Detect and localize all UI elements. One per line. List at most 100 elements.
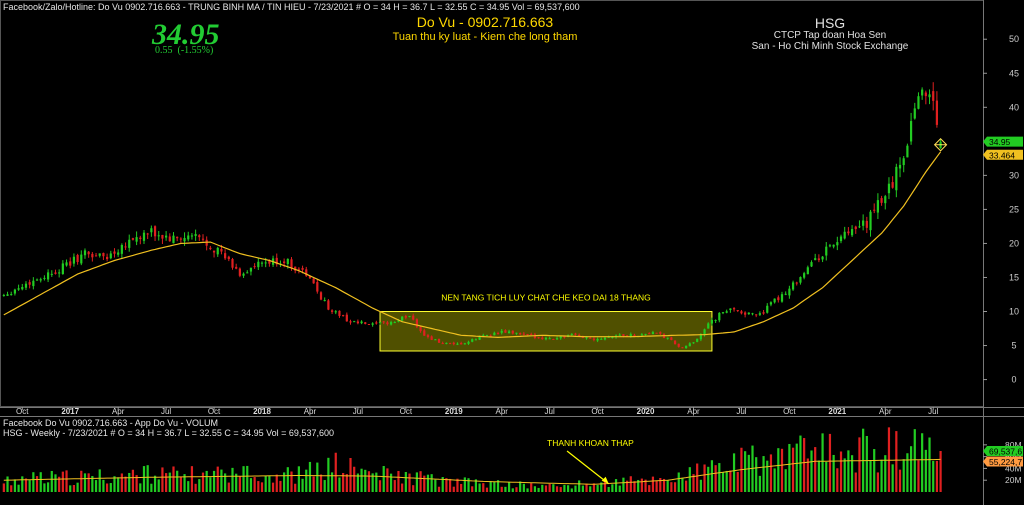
candle-body bbox=[153, 226, 157, 237]
x-tick-label: Oct bbox=[783, 407, 796, 416]
volume-bar bbox=[500, 486, 503, 492]
volume-bar bbox=[803, 438, 806, 492]
volume-bar bbox=[260, 482, 264, 492]
volume-bar bbox=[113, 476, 116, 492]
volume-bar bbox=[832, 454, 835, 492]
candle-body bbox=[902, 158, 905, 166]
x-tick-label: 2021 bbox=[828, 407, 846, 416]
ma-value-badge: 33.464 bbox=[989, 150, 1015, 160]
volume-bar bbox=[939, 451, 942, 492]
candle-body bbox=[17, 288, 20, 290]
volume-bar bbox=[153, 475, 157, 492]
candle-body bbox=[862, 220, 865, 226]
candle-body bbox=[692, 342, 695, 344]
candle-body bbox=[327, 300, 330, 310]
volume-bar bbox=[308, 461, 312, 492]
volume-bar bbox=[744, 451, 747, 492]
candle-body bbox=[847, 231, 850, 234]
volume-bar bbox=[685, 480, 688, 492]
candle-body bbox=[755, 314, 758, 316]
last-price-badge: 34.95 bbox=[989, 137, 1011, 147]
x-tick-label: Jul bbox=[545, 407, 555, 416]
volume-bar bbox=[552, 484, 555, 492]
volume-bar bbox=[275, 474, 278, 492]
volume-bar bbox=[87, 473, 90, 492]
candle-body bbox=[592, 338, 596, 340]
volume-bar bbox=[253, 477, 256, 492]
candle-body bbox=[28, 282, 31, 285]
candle-body bbox=[836, 242, 839, 246]
y-tick-label: 25 bbox=[1009, 204, 1019, 214]
volume-bar bbox=[161, 467, 164, 492]
volume-bar bbox=[696, 463, 699, 492]
volume-bar bbox=[460, 483, 463, 492]
candle-body bbox=[246, 272, 249, 274]
candle-body bbox=[467, 341, 470, 344]
volume-bar bbox=[928, 437, 931, 492]
volume-bar bbox=[566, 485, 570, 492]
y-tick-label: 5 bbox=[1011, 341, 1016, 351]
volume-header-line1: Facebook Do Vu 0902.716.663 - App Do Vu … bbox=[3, 418, 218, 428]
volume-bar bbox=[773, 468, 776, 492]
volume-bar bbox=[825, 461, 828, 492]
volume-bar bbox=[386, 468, 389, 492]
candle-body bbox=[183, 238, 186, 242]
volume-bar bbox=[810, 450, 813, 492]
candle-body bbox=[909, 121, 913, 142]
candle-body bbox=[548, 338, 551, 340]
candle-body bbox=[777, 297, 780, 301]
volume-bar bbox=[710, 460, 714, 492]
candle-body bbox=[913, 108, 916, 119]
candle-body bbox=[117, 252, 120, 255]
volume-bar bbox=[305, 469, 308, 492]
volume-bar bbox=[117, 477, 120, 492]
candle-body bbox=[460, 343, 463, 345]
volume-bar bbox=[142, 466, 146, 492]
volume-bar bbox=[618, 485, 621, 492]
candle-body bbox=[176, 236, 179, 239]
volume-bar bbox=[150, 483, 153, 492]
candle-body bbox=[537, 337, 540, 339]
candle-body bbox=[83, 250, 87, 256]
candle-body bbox=[367, 324, 371, 326]
candle-body bbox=[139, 237, 142, 240]
candle-body bbox=[600, 338, 603, 340]
candle-body bbox=[854, 226, 857, 230]
x-tick-label: Jul bbox=[736, 407, 746, 416]
candle-body bbox=[297, 268, 300, 270]
volume-bar bbox=[69, 485, 72, 492]
candle-body bbox=[603, 337, 607, 340]
candle-body bbox=[419, 327, 422, 332]
accumulation-box bbox=[379, 311, 713, 352]
volume-bar bbox=[434, 479, 437, 492]
volume-bar bbox=[98, 469, 101, 492]
candle-body bbox=[471, 339, 474, 342]
volume-bar bbox=[526, 488, 529, 492]
x-tick-label: Jul bbox=[353, 407, 363, 416]
volume-bar bbox=[323, 480, 326, 492]
candle-body bbox=[194, 234, 197, 237]
candle-body bbox=[515, 332, 518, 334]
candle-body bbox=[463, 343, 466, 345]
candle-body bbox=[142, 232, 146, 241]
volume-bar bbox=[76, 482, 79, 492]
volume-bar bbox=[426, 474, 430, 492]
candle-body bbox=[744, 312, 747, 315]
volume-bar bbox=[345, 474, 348, 492]
candle-body bbox=[106, 256, 109, 260]
candle-body bbox=[832, 244, 835, 247]
volume-bar bbox=[814, 447, 817, 492]
volume-bar bbox=[353, 466, 356, 492]
candle-body bbox=[120, 245, 123, 254]
volume-bar bbox=[131, 469, 135, 492]
candle-body bbox=[552, 339, 555, 341]
volume-bar bbox=[721, 472, 725, 492]
annotation-arrow-line bbox=[566, 450, 610, 485]
x-tick-label: Apr bbox=[304, 407, 317, 416]
candle-body bbox=[496, 332, 500, 334]
candle-body bbox=[791, 282, 795, 290]
volume-bar bbox=[707, 466, 710, 492]
candle-body bbox=[319, 292, 323, 300]
candle-body bbox=[46, 272, 50, 280]
y-tick-label: 10 bbox=[1009, 307, 1019, 317]
